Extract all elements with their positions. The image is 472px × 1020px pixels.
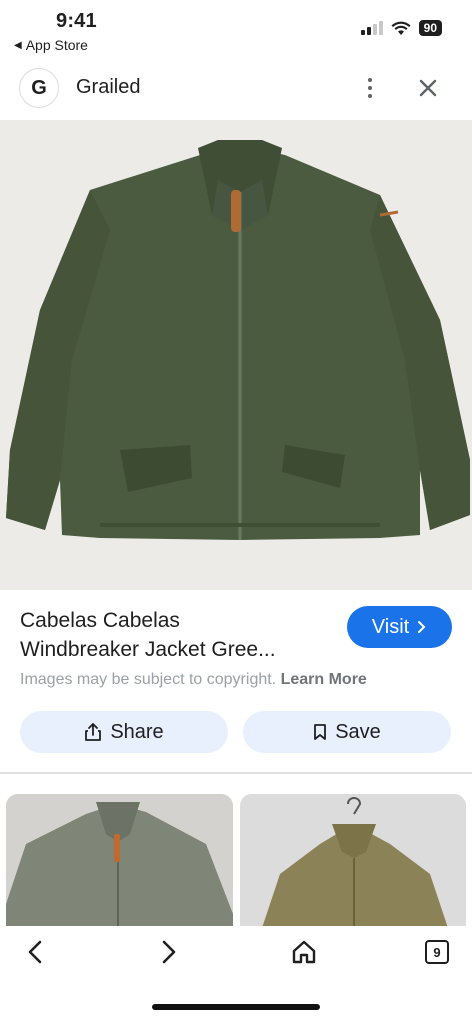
more-vert-icon bbox=[368, 78, 372, 82]
main-product-image[interactable] bbox=[0, 120, 472, 590]
bookmark-icon bbox=[314, 724, 327, 740]
jacket-illustration bbox=[0, 120, 472, 590]
related-jacket-gray bbox=[6, 794, 233, 934]
result-header: G Grailed bbox=[0, 64, 472, 112]
share-icon bbox=[85, 723, 102, 741]
status-icons: 90 bbox=[360, 20, 442, 36]
home-indicator bbox=[152, 1004, 320, 1010]
save-button[interactable]: Save bbox=[243, 711, 451, 753]
browser-bottom-nav: 9 bbox=[0, 926, 472, 1020]
home-icon[interactable] bbox=[290, 938, 318, 966]
site-avatar: G bbox=[19, 68, 59, 108]
related-image-2[interactable] bbox=[240, 794, 466, 934]
status-time: 9:41 bbox=[56, 10, 97, 32]
back-app-label: App Store bbox=[25, 37, 88, 53]
learn-more-link[interactable]: Learn More bbox=[281, 671, 367, 688]
close-icon[interactable] bbox=[414, 74, 442, 102]
product-title-line-1: Cabelas Cabelas bbox=[20, 609, 180, 632]
wifi-icon bbox=[391, 21, 411, 35]
share-button[interactable]: Share bbox=[20, 711, 228, 753]
cellular-signal-icon bbox=[360, 21, 383, 35]
visit-label: Visit bbox=[371, 615, 410, 638]
product-title[interactable]: Cabelas Cabelas Windbreaker Jacket Gree.… bbox=[20, 606, 340, 664]
product-title-line-2: Windbreaker Jacket Gree... bbox=[20, 638, 276, 661]
status-bar: 9:41 ◀ App Store 90 bbox=[0, 0, 472, 58]
site-name[interactable]: Grailed bbox=[76, 76, 140, 99]
forward-arrow-icon[interactable] bbox=[156, 938, 182, 966]
copyright-text: Images may be subject to copyright. bbox=[20, 671, 277, 688]
related-image-1[interactable] bbox=[6, 794, 233, 934]
copyright-notice: Images may be subject to copyright. Lear… bbox=[20, 671, 367, 689]
back-triangle-icon: ◀ bbox=[14, 39, 22, 51]
save-label: Save bbox=[335, 720, 381, 743]
more-options-button[interactable] bbox=[356, 72, 384, 104]
chevron-right-icon bbox=[418, 621, 426, 633]
tabs-icon[interactable]: 9 bbox=[425, 940, 449, 964]
back-arrow-icon[interactable] bbox=[22, 938, 48, 966]
back-to-app-link[interactable]: ◀ App Store bbox=[14, 37, 88, 53]
visit-button[interactable]: Visit bbox=[347, 606, 452, 648]
battery-indicator: 90 bbox=[418, 20, 442, 36]
section-divider bbox=[0, 772, 472, 774]
share-label: Share bbox=[110, 720, 164, 743]
related-jacket-tan bbox=[240, 794, 466, 934]
